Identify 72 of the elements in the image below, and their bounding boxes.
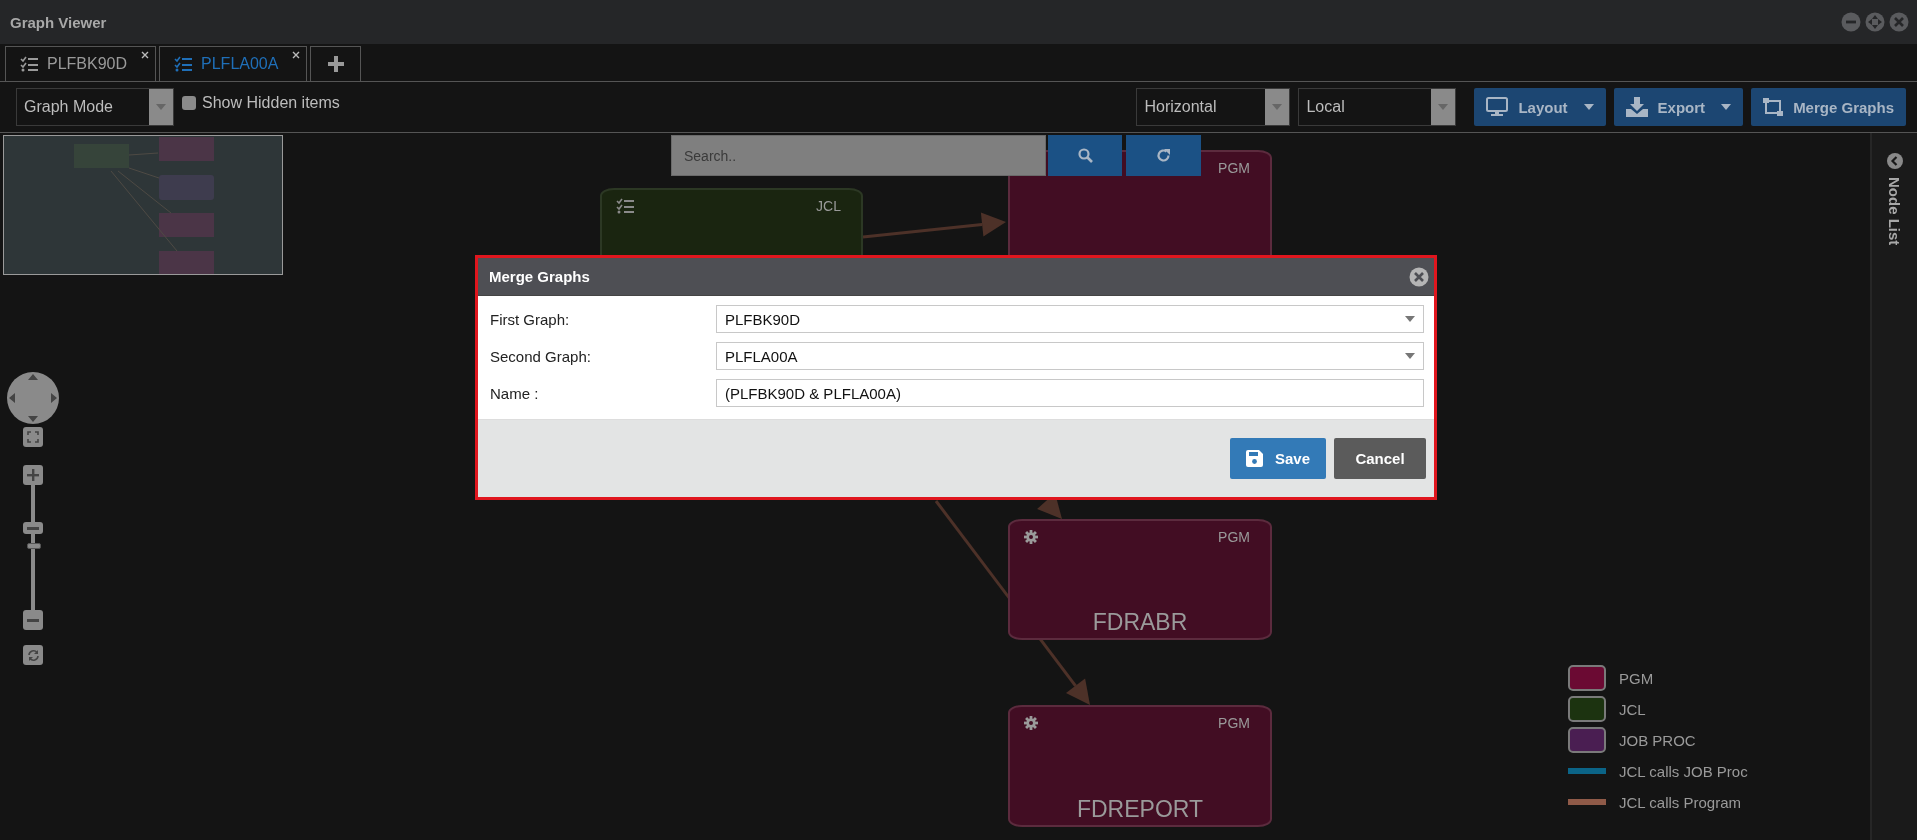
close-icon[interactable] [141,51,150,59]
legend-label: JCL [1619,700,1646,718]
legend-label: JCL calls Program [1619,793,1741,811]
monitor-icon [1486,97,1509,117]
legend-label: JCL calls JOB Proc [1619,762,1748,780]
caret-icon [1583,104,1594,110]
search-icon [1077,148,1093,163]
plus-icon [327,56,344,72]
zoom-out-button[interactable] [23,610,43,630]
node-name: FDREPORT [1075,796,1205,823]
toolbar-button[interactable]: Merge Graphs [1751,88,1906,126]
tab[interactable]: PLFLA00A [159,46,308,81]
graph-node[interactable]: PGM FDRABR [1008,519,1272,640]
dropdown-field[interactable]: PLFBK90D [716,305,1424,333]
checklist-icon [174,56,193,72]
refresh-button[interactable] [1126,135,1201,176]
plus-icon [27,469,39,481]
reset-view-button[interactable] [23,645,43,665]
gear-icon [1024,716,1038,730]
merge-icon [1763,98,1784,116]
save-button[interactable]: Save [1230,438,1326,479]
gear-icon [1024,530,1038,544]
caret-icon [156,104,166,110]
refresh-icon [1156,148,1171,163]
dropdown-field[interactable]: PLFLA00A [716,342,1424,370]
search-button[interactable] [1048,135,1122,176]
expand-icon [27,431,39,443]
minus-icon [27,618,39,622]
zoom-in-button[interactable] [23,465,43,485]
field-label: First Graph: [490,310,571,328]
cancel-button[interactable]: Cancel [1334,438,1426,479]
graph-node[interactable]: PGM FDREPORT [1008,705,1272,827]
caret-icon [1721,104,1732,110]
minimap[interactable] [3,135,283,275]
orientation-select[interactable]: Horizontal [1136,88,1291,126]
field-label: Name : [490,384,540,402]
chevron-left-icon[interactable] [1886,153,1903,169]
floppy-icon [1245,450,1263,467]
slider-handle[interactable] [23,522,43,535]
caret-icon [1438,104,1449,110]
window-title: Graph Viewer [10,13,107,31]
move-icon[interactable] [1865,12,1885,32]
checklist-icon [20,56,38,72]
pan-control[interactable] [7,372,59,424]
tab[interactable]: PLFBK90D [5,46,157,81]
legend-label: PGM [1619,669,1654,687]
download-icon [1625,97,1648,117]
node-type: PGM [1218,715,1250,731]
dialog-title: Merge Graphs [489,268,590,285]
show-hidden-checkbox[interactable]: Show Hidden items [182,94,340,112]
refresh-icon [26,648,40,662]
dropdown-button[interactable]: Export [1613,88,1744,126]
node-type: JCL [816,198,841,214]
caret-icon [1272,104,1283,110]
panel-title[interactable]: Node List [1886,177,1903,246]
checklist-icon [616,198,634,214]
fit-view-button[interactable] [23,427,43,447]
input-field[interactable]: (PLFBK90D & PLFLA00A) [716,379,1424,407]
mode-select[interactable]: Graph Mode [16,88,174,126]
legend-label: JOB PROC [1619,731,1696,749]
slider-tick [27,543,41,550]
add-tab-button[interactable] [310,46,362,81]
dropdown-button[interactable]: Layout [1474,88,1606,126]
node-type: PGM [1218,160,1250,176]
node-type: PGM [1218,529,1250,545]
field-label: Second Graph: [490,347,592,365]
caret-icon [1405,316,1415,322]
node-name: FDRABR [1091,609,1189,636]
caret-icon [1405,353,1415,359]
minimize-icon[interactable] [1841,12,1861,32]
close-icon[interactable] [292,51,301,59]
scope-select[interactable]: Local [1298,88,1457,126]
